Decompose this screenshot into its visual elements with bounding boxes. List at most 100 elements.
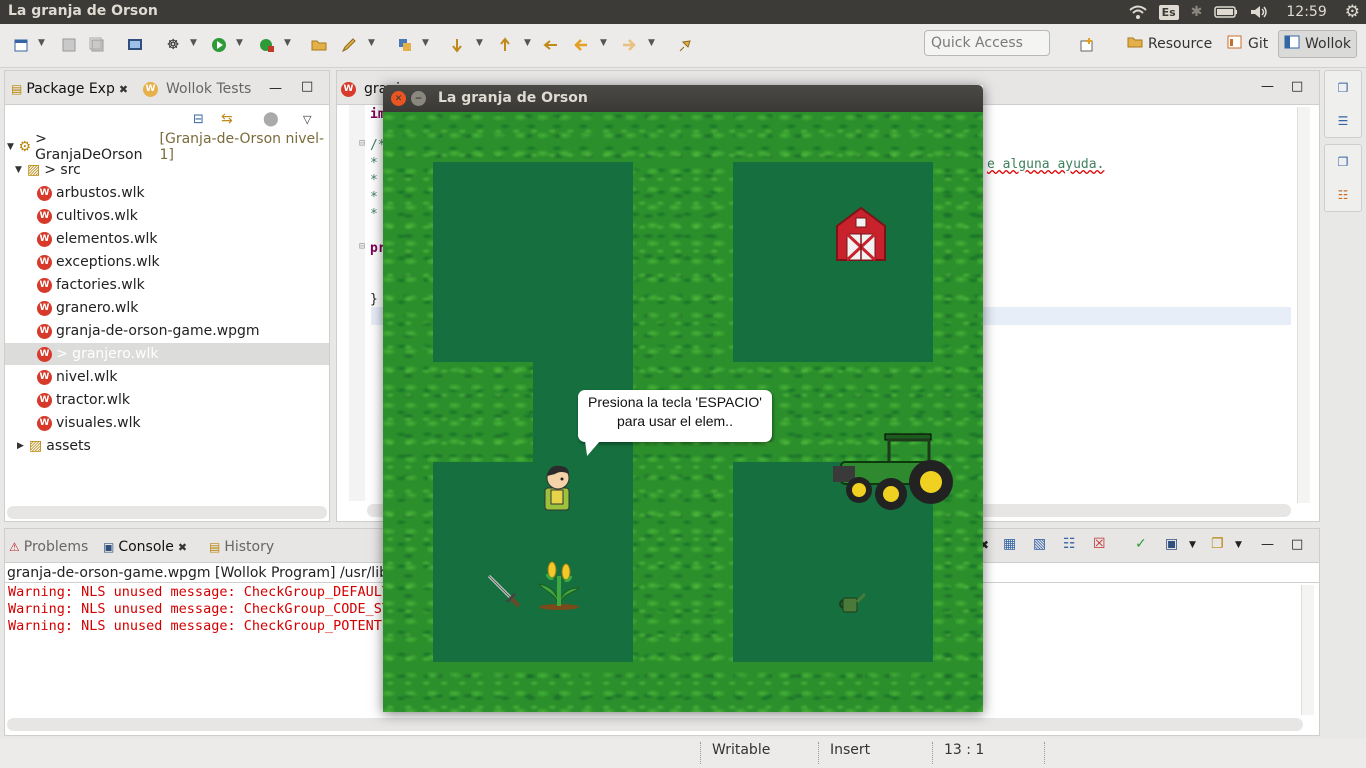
expanded-icon[interactable]: ▼ [7,142,19,152]
console-line[interactable]: Warning: NLS unused message: CheckGroup_… [8,584,390,600]
pencil-icon[interactable] [340,36,358,54]
view-menu-icon[interactable]: ▽ [303,113,311,126]
horizontal-scrollbar[interactable] [7,718,1303,731]
close-icon[interactable]: ✕ [391,91,406,106]
collapsed-icon[interactable]: ▶ [17,441,29,451]
horizontal-scrollbar[interactable] [7,506,327,519]
run-icon[interactable] [210,36,228,54]
code-line[interactable]: * [370,156,378,171]
debug-dropdown-icon[interactable]: ▼ [190,38,197,48]
tree-file[interactable]: Wtractor.wlk [37,389,361,411]
minimize-icon[interactable]: − [411,91,426,106]
tree-file[interactable]: Wnivel.wlk [37,366,361,388]
wifi-icon[interactable] [1123,0,1153,24]
external-tools-icon[interactable] [258,36,276,54]
tab-wollok-tests[interactable]: W Wollok Tests [143,77,251,101]
next-annotation-dropdown-icon[interactable]: ▼ [476,38,483,48]
vertical-scrollbar[interactable] [1297,107,1310,503]
new-icon[interactable] [12,36,30,54]
status-insert-mode[interactable]: Insert [830,742,870,758]
pencil-dropdown-icon[interactable]: ▼ [368,38,375,48]
next-annotation-icon[interactable] [448,36,466,54]
pin-console-icon[interactable]: ✓ [1135,536,1147,552]
perspective-resource[interactable]: Resource [1122,30,1217,58]
perspective-git[interactable]: Git [1222,30,1273,58]
tree-file[interactable]: Warbustos.wlk [37,182,361,204]
open-perspective-icon[interactable] [1078,36,1096,54]
forward-icon[interactable] [620,36,638,54]
back-dropdown-icon[interactable]: ▼ [600,38,607,48]
maximize-icon[interactable]: □ [1291,79,1303,94]
remove-launch-icon[interactable]: ▦ [1003,536,1016,552]
console-line[interactable]: Warning: NLS unused message: CheckGroup_… [8,618,390,634]
bluetooth-icon[interactable]: ✱ [1185,0,1209,24]
code-line[interactable]: * [370,173,378,188]
tree-src-folder[interactable]: ▼ ▨ > src [15,159,339,181]
previous-annotation-icon[interactable] [496,36,514,54]
annotation-icon[interactable] [396,36,414,54]
tab-package-explorer[interactable]: ▤ Package Exp ✖ [11,77,128,101]
console-line[interactable]: Warning: NLS unused message: CheckGroup_… [8,601,390,617]
outline-icon[interactable]: ☰ [1338,114,1349,128]
debug-icon[interactable]: ☸ [164,36,182,54]
maximize-icon[interactable]: □ [1291,537,1303,552]
remove-all-icon[interactable]: ▧ [1033,536,1046,552]
keyboard-layout-indicator[interactable]: Es [1153,0,1185,24]
tree-file-selected[interactable]: W > granjero.wlk [5,343,329,365]
collapse-all-icon[interactable]: ⊟ [193,112,204,127]
minimize-icon[interactable]: — [1261,79,1274,94]
tree-file[interactable]: Wcultivos.wlk [37,205,361,227]
pin-editor-icon[interactable] [676,36,694,54]
save-icon[interactable] [60,36,78,54]
game-titlebar[interactable]: ✕ − La granja de Orson [383,85,983,112]
maximize-icon[interactable]: □ [301,79,313,94]
code-comment-fragment[interactable]: e alguna ayuda. [987,157,1104,172]
clear-console-icon[interactable]: ☷ [1063,536,1076,552]
quick-access-input[interactable]: Quick Access [924,30,1050,56]
tasks-icon[interactable]: ☷ [1338,188,1349,202]
tree-file[interactable]: Wexceptions.wlk [37,251,361,273]
tree-file[interactable]: Wvisuales.wlk [37,412,361,434]
run-dropdown-icon[interactable]: ▼ [236,38,243,48]
new-dropdown-icon[interactable]: ▼ [38,38,45,48]
open-console-icon[interactable]: ❐ [1211,536,1224,552]
tab-problems[interactable]: ⚠ Problems [9,535,88,559]
game-board[interactable]: Presiona la tecla 'ESPACIO' para usar el… [383,112,983,712]
previous-annotation-dropdown-icon[interactable]: ▼ [524,38,531,48]
save-all-icon[interactable] [88,36,106,54]
minimize-icon[interactable]: — [269,81,282,96]
terminal-icon[interactable] [126,36,144,54]
tree-file[interactable]: Wgranero.wlk [37,297,361,319]
tree-assets-folder[interactable]: ▶ ▨ assets [17,435,341,457]
last-edit-icon[interactable] [542,36,560,54]
code-line[interactable]: * [370,207,378,222]
tab-console[interactable]: ▣ Console ✖ [103,535,187,559]
tree-file[interactable]: Wgranja-de-orson-game.wpgm [37,320,361,342]
clock[interactable]: 12:59 [1274,0,1338,24]
expanded-icon[interactable]: ▼ [15,165,27,175]
restore-icon[interactable]: ❐ [1338,155,1349,169]
tab-history[interactable]: ▤ History [209,535,274,559]
tree-file[interactable]: Welementos.wlk [37,228,361,250]
back-icon[interactable] [572,36,590,54]
fold-icon[interactable]: ⊟ [359,241,365,252]
perspective-wollok[interactable]: Wollok [1278,30,1358,58]
focus-icon[interactable]: ⬤ [263,111,279,127]
volume-icon[interactable] [1244,0,1274,24]
battery-icon[interactable] [1208,0,1244,24]
code-line[interactable]: * [370,190,378,205]
link-with-editor-icon[interactable]: ⇆ [221,111,233,127]
forward-dropdown-icon[interactable]: ▼ [648,38,655,48]
restore-icon[interactable]: ❐ [1338,81,1349,95]
minimize-icon[interactable]: — [1261,537,1274,552]
annotation-dropdown-icon[interactable]: ▼ [422,38,429,48]
vertical-scrollbar[interactable] [1301,585,1314,715]
open-folder-icon[interactable] [310,36,328,54]
code-line[interactable]: } [370,292,378,307]
fold-icon[interactable]: ⊟ [359,138,365,149]
display-console-dropdown-icon[interactable]: ▼ [1189,540,1196,550]
tree-file[interactable]: Wfactories.wlk [37,274,361,296]
close-icon[interactable]: ✖ [178,541,187,554]
tree-project[interactable]: ▼ ⚙ > GranjaDeOrson [Granja-de-Orson niv… [7,131,331,163]
scroll-lock-icon[interactable]: ☒ [1093,536,1106,552]
